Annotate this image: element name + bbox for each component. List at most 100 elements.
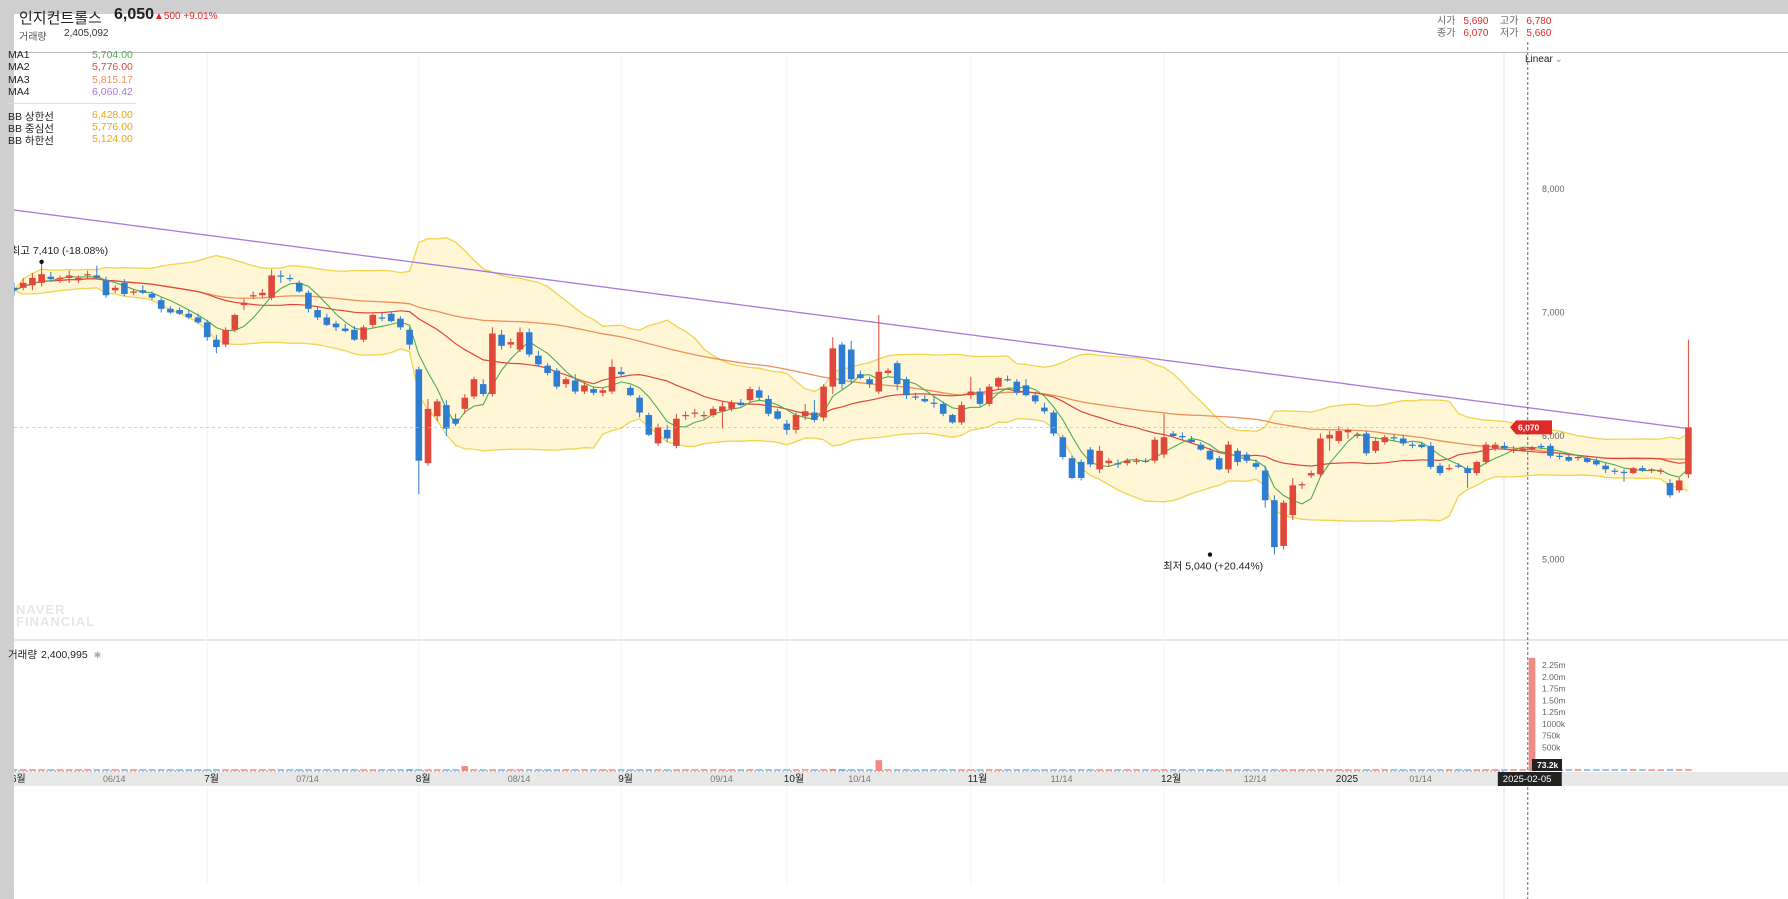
legend-ma2[interactable]: MA2 5,776.00 [8,61,138,73]
candle-body [783,423,791,430]
volume-pane-value: 2,400,995 [40,649,88,661]
volume-bar [1215,769,1223,771]
date-tick-label: 07/14 [296,774,319,784]
candle [875,314,883,395]
candle-body [1418,444,1425,448]
candle [820,384,827,422]
candle-body [1188,439,1195,443]
candle-body [295,282,303,292]
date-tick-label: 12월 [1161,773,1181,785]
volume-bar [1639,769,1646,771]
candle-body [1252,463,1260,467]
volume-bar [1482,769,1490,771]
volume-bar [1593,769,1600,771]
chart-canvas[interactable]: 5,0006,0007,0008,0006,070500k750k1000k1.… [14,14,1788,899]
candle-body [498,334,505,346]
candle-body [985,386,993,404]
candle-body [213,339,220,348]
volume-bar [1004,769,1011,771]
candle-body [636,397,643,413]
candle-body [820,386,827,418]
candle-body [341,328,349,332]
volume-bar [838,769,846,771]
candle-body [1685,427,1692,475]
volume-bar [157,769,165,771]
candle-body [1197,444,1205,450]
volume-bar [222,769,229,771]
candle-body [1528,447,1536,450]
volume-bar [627,769,634,771]
volume-value: 2,405,092 [64,28,109,39]
legend-ma1[interactable]: MA1 5,704.00 [8,49,138,61]
candle-body [903,379,910,396]
volume-tick-label: 1.50m [1542,695,1566,705]
candle-body [231,314,239,330]
candle-body [1050,412,1057,434]
candle-body [121,282,128,294]
candle-body [378,317,386,319]
ohlc-low-value: 5,660 [1526,28,1552,39]
candle-body [1317,438,1324,475]
volume-bar [1519,769,1527,771]
volume-bar [360,769,367,771]
volume-bar [1234,769,1241,771]
volume-bar [470,769,478,771]
stock-price: 6,050 [114,6,155,23]
volume-bar [1142,769,1149,771]
volume-bar [1243,769,1251,771]
volume-bar [332,769,340,771]
volume-bar [84,769,91,771]
volume-bar [378,769,386,771]
volume-bar [1087,769,1094,771]
candle-body [452,418,459,424]
chart-window: 5,000 6,000 7,000 8,000 6,070 500k 750k 1000k 1.… [8,6,1788,899]
candle-body [608,366,616,392]
volume-bar [1409,769,1416,771]
legend-bb-lower[interactable]: BB 하한선 5,124.00 [8,133,138,147]
settings-icon[interactable]: ✱ [94,650,102,660]
volume-bar [525,769,533,771]
candle [1225,440,1232,474]
scale-mode-dropdown[interactable]: Linear ⌄ [1525,54,1563,65]
volume-bar [387,769,395,771]
candle-body [682,415,689,417]
volume-bar [590,769,597,771]
volume-bar [1077,769,1085,771]
candle-body [1142,460,1149,462]
volume-bar [498,769,505,771]
candle-body [176,310,183,314]
candle-body [1491,444,1499,449]
candle [829,337,837,395]
volume-bar [1105,769,1113,771]
volume-bar [1473,769,1481,771]
volume-bar [691,769,699,771]
candle-body [1353,434,1361,436]
candle-body [755,390,763,398]
volume-bar [1685,769,1692,771]
candle-body [56,277,64,280]
volume-bar [535,769,542,771]
candle-body [111,287,119,291]
candle-body [1583,458,1591,462]
volume-bar [1225,769,1232,771]
candle-body [93,275,101,278]
legend-value: 5,776.00 [92,120,133,133]
legend-ma3[interactable]: MA3 5,815.17 [8,74,138,86]
candle-body [1565,456,1573,461]
legend-bb-middle[interactable]: BB 중심선 5,776.00 [8,120,138,135]
candle-body [65,275,73,278]
legend-ma4[interactable]: MA4 6,060.42 [8,86,138,98]
legend-name: MA4 [8,86,30,99]
chart-header: 인지컨트롤스 6,050 ▲500 +9.01% 거래량 2,405,092 시… [14,6,1788,53]
date-tick-label: 10월 [784,773,804,785]
candle-body [360,327,367,340]
volume-bar [286,769,294,771]
volume-bar [939,769,947,771]
candle [1059,434,1067,460]
volume-bar [571,769,579,771]
candle-body [1464,468,1471,474]
candle [1363,431,1370,456]
candle [1271,495,1278,555]
volume-bar [111,769,119,771]
legend-bb-upper[interactable]: BB 상한선 6,428.00 [8,109,138,123]
